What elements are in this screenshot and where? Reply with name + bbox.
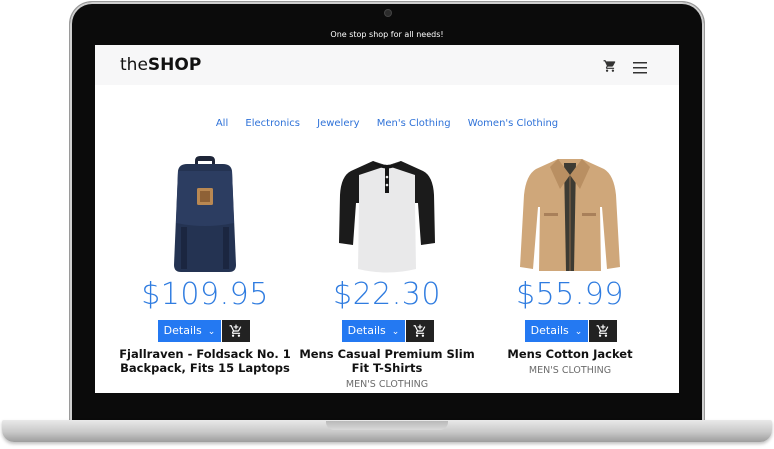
details-button[interactable]: Details ⌄ [342, 320, 405, 342]
laptop-notch [326, 421, 448, 430]
add-cart-icon [596, 324, 609, 337]
product-title[interactable]: Fjallraven - Foldsack No. 1 Backpack, Fi… [115, 347, 295, 375]
category-filter-bar: All Electronics Jewelery Men's Clothing … [95, 118, 679, 129]
product-card: $55.99 Details ⌄ Mens Cotton Jacket MEN'S… [480, 155, 660, 376]
tshirt-image[interactable] [297, 155, 477, 273]
product-category: MEN'S CLOTHING [528, 365, 612, 376]
add-to-cart-button[interactable] [406, 320, 434, 342]
brand-logo[interactable]: theSHOP [120, 55, 201, 75]
product-price: $22.30 [333, 277, 441, 312]
chevron-down-icon: ⌄ [207, 327, 216, 337]
category-link-jewelery[interactable]: Jewelery [317, 118, 359, 129]
details-label: Details [163, 324, 202, 337]
product-price: $55.99 [516, 277, 624, 312]
product-actions: Details ⌄ [297, 320, 477, 342]
add-to-cart-button[interactable] [589, 320, 617, 342]
product-actions: Details ⌄ [115, 320, 295, 342]
details-label: Details [347, 324, 386, 337]
product-title[interactable]: Mens Casual Premium Slim Fit T-Shirts [297, 347, 477, 375]
details-label: Details [530, 324, 569, 337]
category-link-all[interactable]: All [216, 118, 228, 129]
product-category: MEN'S CLOTHING [345, 379, 429, 390]
brand-name: SHOP [147, 55, 202, 75]
add-to-cart-button[interactable] [222, 320, 250, 342]
screen: theSHOP All Electronics Jewelery Men's C… [95, 45, 679, 393]
tagline: One stop shop for all needs! [330, 30, 444, 39]
product-card: $22.30 Details ⌄ Mens Casual Premium Slim… [297, 155, 477, 390]
brand-prefix: the [120, 55, 148, 75]
product-price: $109.95 [141, 277, 269, 312]
details-button[interactable]: Details ⌄ [158, 320, 221, 342]
camera-icon [385, 10, 391, 16]
product-card: $109.95 Details ⌄ Fjallraven - Foldsack N… [115, 155, 295, 375]
product-actions: Details ⌄ [480, 320, 660, 342]
category-link-electronics[interactable]: Electronics [245, 118, 300, 129]
add-cart-icon [413, 324, 426, 337]
jacket-image[interactable] [480, 155, 660, 273]
backpack-image[interactable] [115, 155, 295, 273]
product-title[interactable]: Mens Cotton Jacket [480, 347, 660, 361]
category-link-womens-clothing[interactable]: Women's Clothing [468, 118, 558, 129]
hamburger-menu-icon[interactable] [633, 59, 647, 74]
add-cart-icon [229, 324, 242, 337]
chevron-down-icon: ⌄ [391, 327, 400, 337]
category-link-mens-clothing[interactable]: Men's Clothing [377, 118, 451, 129]
chevron-down-icon: ⌄ [574, 327, 583, 337]
navbar: theSHOP [95, 45, 679, 85]
details-button[interactable]: Details ⌄ [525, 320, 588, 342]
cart-icon[interactable] [603, 58, 617, 72]
